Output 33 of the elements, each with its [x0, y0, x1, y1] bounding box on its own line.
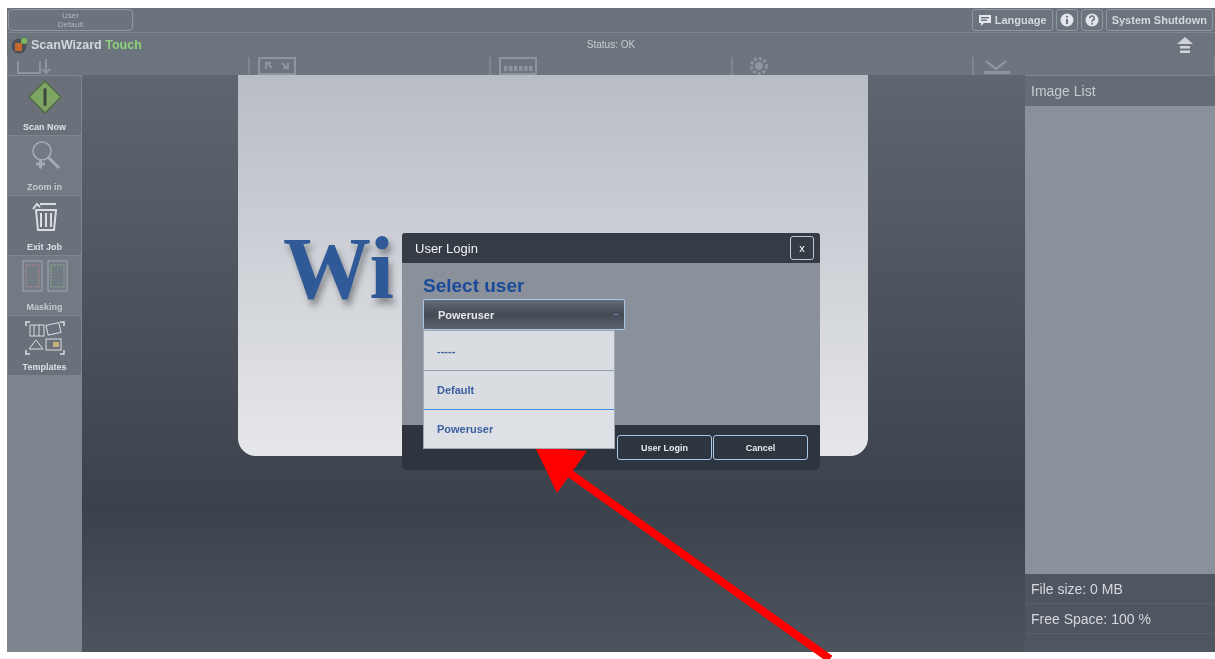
eject-icon[interactable]	[1177, 36, 1193, 54]
document-templates-icon	[23, 320, 66, 356]
shutdown-button[interactable]: System Shutdown	[1105, 9, 1213, 31]
language-button[interactable]: Language	[971, 9, 1053, 31]
resize-icon	[257, 57, 296, 75]
sidebar-button[interactable]: Templates	[8, 316, 81, 375]
dialog-title: User Login	[415, 240, 479, 256]
trash-icon	[29, 200, 60, 232]
dropdown-option[interactable]: -----	[424, 331, 614, 370]
sidebar-button[interactable]: Scan Now	[8, 76, 81, 135]
tray-icon	[17, 58, 51, 75]
gear-icon	[749, 57, 768, 75]
dialog-heading: Select user	[423, 275, 526, 297]
dialog-button[interactable]: User Login	[617, 435, 712, 460]
sidebar-button[interactable]: Exit Job	[8, 196, 81, 255]
download-icon	[984, 60, 1011, 74]
grid-icon	[499, 57, 538, 75]
status-text: Status: OK	[586, 39, 636, 50]
help-button[interactable]	[1080, 9, 1103, 31]
dropdown-option[interactable]: Poweruser	[424, 409, 614, 448]
product-wordmark: Wi	[283, 225, 394, 313]
dialog-button[interactable]: Cancel	[713, 435, 808, 460]
info-button[interactable]	[1055, 9, 1078, 31]
close-button[interactable]: x	[790, 236, 814, 260]
free-space-text: Free Space: 100 %	[1025, 604, 1215, 634]
start-icon	[27, 80, 62, 114]
app-logo-icon	[11, 36, 28, 54]
masked-pages-icon	[21, 260, 68, 292]
panel-title: Image List	[1025, 75, 1215, 106]
user-select[interactable]: Poweruser	[423, 299, 625, 330]
app-name: ScanWizard Touch	[31, 38, 142, 52]
speech-bubble-icon	[977, 13, 992, 27]
file-size-text: File size: 0 MB	[1025, 574, 1215, 604]
